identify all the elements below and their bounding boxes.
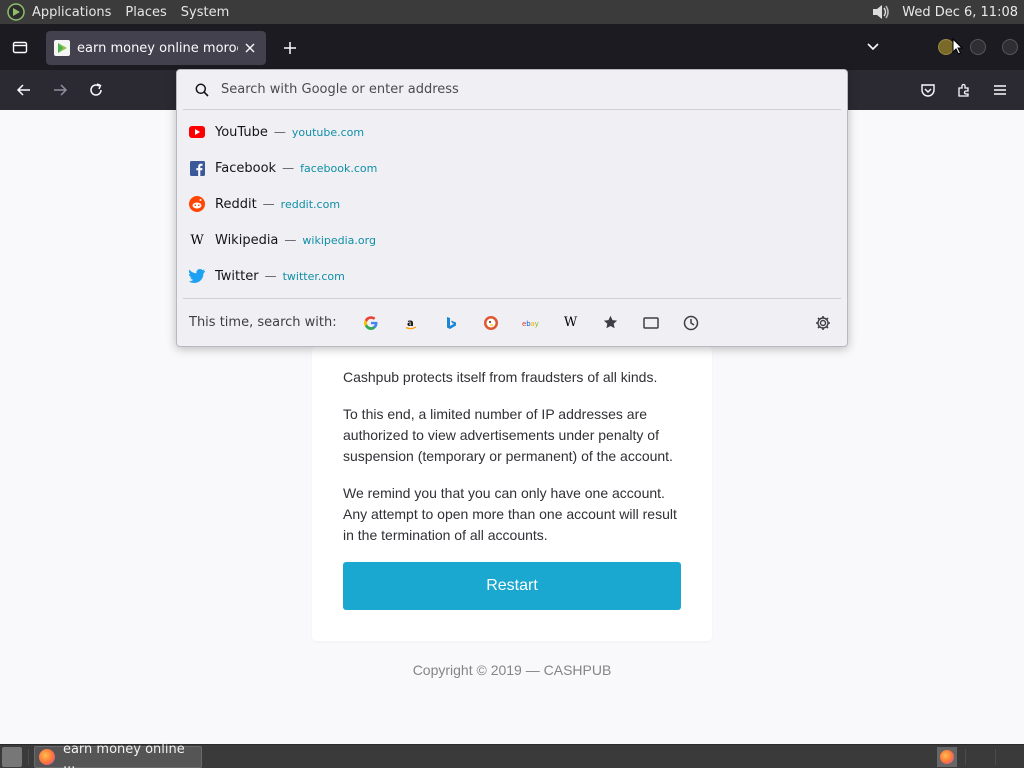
top-panel: Applications Places System Wed Dec 6, 11… bbox=[0, 0, 1024, 24]
tab-strip: earn money online morocco bbox=[0, 24, 1024, 70]
history-icon[interactable] bbox=[671, 309, 711, 337]
firefox-view-icon[interactable] bbox=[6, 33, 34, 61]
result-name: YouTube bbox=[215, 124, 268, 140]
reload-icon[interactable] bbox=[84, 78, 108, 102]
reddit-icon bbox=[189, 196, 205, 212]
svg-text:y: y bbox=[534, 320, 538, 328]
tab-title: earn money online morocco bbox=[77, 40, 238, 56]
page-favicon-icon bbox=[54, 40, 70, 56]
volume-icon[interactable] bbox=[870, 2, 892, 22]
result-name: Reddit bbox=[215, 196, 257, 212]
tab-active[interactable]: earn money online morocco bbox=[46, 31, 266, 65]
gnome-logo-icon[interactable] bbox=[6, 2, 26, 22]
bookmarks-icon[interactable] bbox=[591, 309, 631, 337]
result-separator: — bbox=[262, 197, 275, 211]
result-reddit[interactable]: Reddit — reddit.com bbox=[177, 186, 847, 222]
clock[interactable]: Wed Dec 6, 11:08 bbox=[902, 5, 1018, 20]
tabs-icon[interactable] bbox=[631, 309, 671, 337]
wikipedia-icon[interactable]: W bbox=[551, 309, 591, 337]
back-icon[interactable] bbox=[12, 78, 36, 102]
copyright-footer: Copyright © 2019 — CASHPUB bbox=[412, 662, 612, 678]
close-window-button[interactable] bbox=[1002, 39, 1018, 55]
urlbar-input-row bbox=[183, 70, 841, 110]
wikipedia-icon: W bbox=[190, 232, 204, 248]
menu-places[interactable]: Places bbox=[125, 5, 166, 20]
one-off-label: This time, search with: bbox=[189, 315, 337, 330]
result-url: wikipedia.org bbox=[302, 233, 376, 247]
result-facebook[interactable]: Facebook — facebook.com bbox=[177, 150, 847, 186]
chevron-down-icon[interactable] bbox=[862, 36, 884, 58]
new-tab-icon[interactable] bbox=[278, 36, 302, 60]
one-off-search-bar: This time, search with: a ebay W bbox=[183, 298, 841, 346]
workspace-switcher-icon[interactable] bbox=[937, 747, 957, 767]
result-separator: — bbox=[264, 269, 277, 283]
bing-icon[interactable] bbox=[431, 309, 471, 337]
paragraph-one-account: We remind you that you can only have one… bbox=[343, 485, 677, 543]
youtube-icon bbox=[189, 124, 205, 140]
result-url: twitter.com bbox=[282, 269, 345, 283]
result-name: Twitter bbox=[215, 268, 259, 284]
paragraph-ip-limit: To this end, a limited number of IP addr… bbox=[343, 406, 673, 464]
result-separator: — bbox=[273, 125, 286, 139]
extensions-icon[interactable] bbox=[952, 78, 976, 102]
result-separator: — bbox=[284, 233, 297, 247]
google-icon[interactable] bbox=[351, 309, 391, 337]
pocket-icon[interactable] bbox=[916, 78, 940, 102]
forward-icon[interactable] bbox=[48, 78, 72, 102]
taskbar-window-label: earn money online ... bbox=[62, 742, 185, 768]
amazon-icon[interactable]: a bbox=[391, 309, 431, 337]
result-youtube[interactable]: YouTube — youtube.com bbox=[177, 114, 847, 150]
result-twitter[interactable]: Twitter — twitter.com bbox=[177, 258, 847, 294]
twitter-icon bbox=[189, 268, 205, 284]
urlbar-results: YouTube — youtube.com Facebook — faceboo… bbox=[177, 110, 847, 294]
menu-system[interactable]: System bbox=[181, 5, 229, 20]
taskbar-divider bbox=[28, 749, 29, 765]
taskbar-window-firefox[interactable]: earn money online ... bbox=[34, 742, 202, 768]
result-url: youtube.com bbox=[291, 125, 365, 139]
maximize-button[interactable] bbox=[970, 39, 986, 55]
content-card: Cashpub protects itself from fraudsters … bbox=[312, 347, 712, 641]
result-wikipedia[interactable]: W Wikipedia — wikipedia.org bbox=[177, 222, 847, 258]
result-separator: — bbox=[282, 161, 295, 175]
svg-text:a: a bbox=[407, 318, 414, 329]
hamburger-menu-icon[interactable] bbox=[988, 78, 1012, 102]
taskbar-divider bbox=[995, 749, 996, 765]
result-name: Wikipedia bbox=[215, 232, 279, 248]
ebay-icon[interactable]: ebay bbox=[511, 309, 551, 337]
result-url: facebook.com bbox=[300, 161, 378, 175]
urlbar-dropdown: YouTube — youtube.com Facebook — faceboo… bbox=[176, 69, 848, 347]
tab-close-icon[interactable] bbox=[242, 40, 258, 56]
bottom-taskbar: earn money online ... bbox=[0, 742, 1024, 768]
gear-icon[interactable] bbox=[813, 313, 833, 333]
result-name: Facebook bbox=[215, 160, 277, 176]
duckduckgo-icon[interactable] bbox=[471, 309, 511, 337]
menu-applications[interactable]: Applications bbox=[32, 5, 111, 20]
firefox-icon bbox=[39, 749, 55, 765]
facebook-icon bbox=[189, 160, 205, 176]
paragraph-fraud: Cashpub protects itself from fraudsters … bbox=[343, 369, 658, 385]
taskbar-divider bbox=[965, 749, 966, 765]
urlbar-input[interactable] bbox=[221, 82, 781, 97]
mouse-cursor-icon bbox=[952, 38, 964, 55]
restart-button[interactable]: Restart bbox=[343, 562, 681, 610]
show-desktop-icon[interactable] bbox=[2, 747, 22, 767]
result-url: reddit.com bbox=[280, 197, 341, 211]
search-icon bbox=[195, 83, 209, 97]
